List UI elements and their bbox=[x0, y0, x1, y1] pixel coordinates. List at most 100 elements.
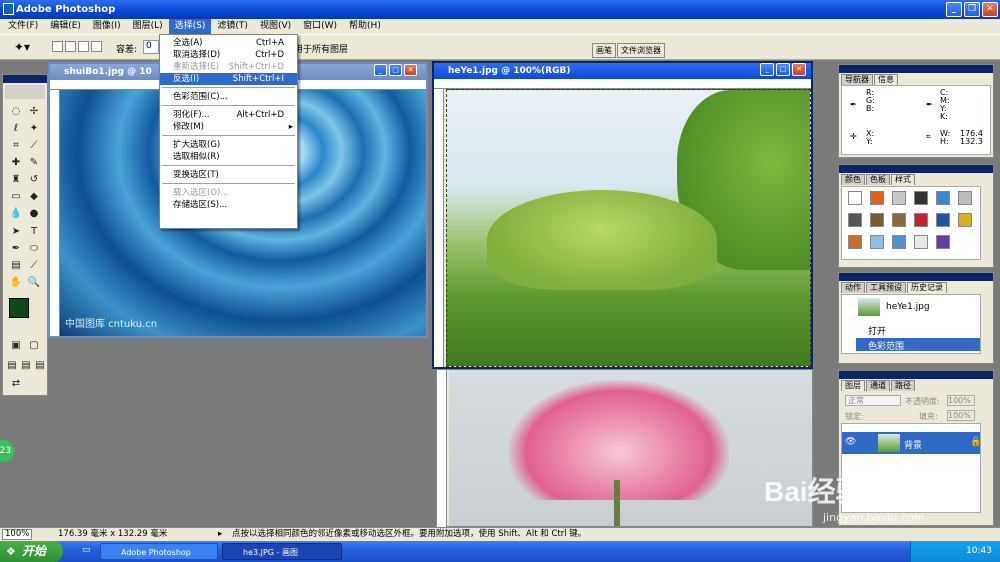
menu-grow[interactable]: 扩大选取(G) bbox=[160, 139, 297, 151]
subtract-selection-button[interactable] bbox=[78, 41, 89, 52]
menu-feather[interactable]: 羽化(F)... Alt+Ctrl+D bbox=[160, 109, 297, 121]
doc2-minimize-button[interactable]: _ bbox=[760, 63, 774, 76]
tab-styles[interactable]: 样式 bbox=[891, 174, 915, 185]
style-swatch[interactable] bbox=[914, 235, 928, 249]
fill-input[interactable]: 100% bbox=[947, 410, 975, 421]
style-swatch[interactable] bbox=[848, 213, 862, 227]
brush-tool-icon[interactable]: ✎ bbox=[27, 156, 41, 170]
restore-button[interactable]: ❐ bbox=[964, 2, 980, 17]
tab-file-browser[interactable]: 文件浏览器 bbox=[617, 43, 665, 58]
blend-mode-select[interactable]: 正常 bbox=[845, 395, 901, 406]
tab-info[interactable]: 信息 bbox=[874, 74, 898, 85]
fill-tool-icon[interactable]: ◆ bbox=[27, 190, 41, 204]
style-swatch[interactable] bbox=[958, 213, 972, 227]
task-photoshop[interactable]: Adobe Photoshop bbox=[100, 543, 218, 560]
menu-modify[interactable]: 修改(M) ▸ bbox=[160, 121, 297, 133]
eraser-tool-icon[interactable]: ▭ bbox=[9, 190, 23, 204]
notes-tool-icon[interactable]: ▤ bbox=[9, 259, 23, 273]
style-swatch[interactable] bbox=[848, 235, 862, 249]
menu-load-selection[interactable]: 载入选区(O)... bbox=[160, 187, 297, 199]
layer-name[interactable]: 背景 bbox=[904, 438, 922, 451]
desktop-icon[interactable]: ▭ bbox=[82, 545, 91, 555]
standard-mode-icon[interactable]: ▣ bbox=[9, 339, 23, 353]
style-swatch[interactable] bbox=[892, 191, 906, 205]
menu-deselect[interactable]: 取消选择(D) Ctrl+D bbox=[160, 49, 297, 61]
doc1-maximize-button[interactable]: □ bbox=[389, 64, 402, 76]
tab-history[interactable]: 历史记录 bbox=[907, 282, 947, 293]
foreground-color[interactable] bbox=[9, 298, 29, 318]
menu-help[interactable]: 帮助(H) bbox=[343, 19, 387, 34]
hand-tool-icon[interactable]: ✋ bbox=[9, 276, 23, 290]
dodge-tool-icon[interactable]: ● bbox=[27, 207, 41, 221]
move-tool-icon[interactable]: ✢ bbox=[27, 105, 41, 119]
menu-image[interactable]: 图像(I) bbox=[87, 19, 127, 34]
history-item-color-range[interactable]: 色彩范围 bbox=[868, 339, 904, 352]
pen-tool-icon[interactable]: ✒ bbox=[9, 242, 23, 256]
doc2-maximize-button[interactable]: □ bbox=[776, 63, 790, 76]
snapshot-thumbnail[interactable] bbox=[858, 298, 880, 316]
menu-layer[interactable]: 图层(L) bbox=[127, 19, 169, 34]
menu-edit[interactable]: 编辑(E) bbox=[44, 19, 87, 34]
slice-tool-icon[interactable]: ⟋ bbox=[27, 139, 41, 153]
type-tool-icon[interactable]: T bbox=[27, 225, 41, 239]
lotus-leaf-image[interactable] bbox=[446, 89, 811, 367]
minimize-button[interactable]: _ bbox=[946, 2, 962, 17]
style-swatch[interactable] bbox=[892, 235, 906, 249]
style-swatch[interactable] bbox=[892, 213, 906, 227]
tab-channels[interactable]: 通道 bbox=[866, 380, 890, 391]
tab-actions[interactable]: 动作 bbox=[841, 282, 865, 293]
tab-layers[interactable]: 图层 bbox=[841, 380, 865, 391]
style-swatch[interactable] bbox=[870, 235, 884, 249]
style-swatch[interactable] bbox=[914, 213, 928, 227]
menu-reselect[interactable]: 重新选择(E) Shift+Ctrl+D bbox=[160, 61, 297, 73]
notification-badge[interactable]: 23 bbox=[0, 440, 14, 462]
style-swatch[interactable] bbox=[936, 213, 950, 227]
eyedropper-icon[interactable]: ⟋ bbox=[27, 259, 41, 273]
tab-swatches[interactable]: 色板 bbox=[866, 174, 890, 185]
history-brush-icon[interactable]: ↺ bbox=[27, 173, 41, 187]
screen-mode3-icon[interactable]: ▤ bbox=[33, 359, 47, 373]
quickmask-mode-icon[interactable]: ▢ bbox=[27, 339, 41, 353]
tab-paths[interactable]: 路径 bbox=[891, 380, 915, 391]
history-item-open[interactable]: 打开 bbox=[868, 324, 886, 337]
menu-similar[interactable]: 选取相似(R) bbox=[160, 151, 297, 163]
lasso-tool-icon[interactable]: ℓ bbox=[9, 122, 23, 136]
style-swatch[interactable] bbox=[936, 191, 950, 205]
snapshot-name[interactable]: heYe1.jpg bbox=[886, 302, 930, 312]
visibility-eye-icon[interactable]: 👁 bbox=[845, 437, 856, 447]
menu-transform-selection[interactable]: 变换选区(T) bbox=[160, 169, 297, 181]
new-selection-button[interactable] bbox=[52, 41, 63, 52]
style-swatch[interactable] bbox=[870, 191, 884, 205]
tab-brushes[interactable]: 画笔 bbox=[592, 43, 616, 58]
doc1-close-button[interactable]: ✕ bbox=[404, 64, 417, 76]
screen-mode-icon[interactable]: ▤ bbox=[5, 359, 19, 373]
play-arrow-icon[interactable]: ▸ bbox=[218, 528, 222, 541]
healing-tool-icon[interactable]: ✚ bbox=[9, 156, 23, 170]
blur-tool-icon[interactable]: 💧 bbox=[9, 207, 23, 221]
tolerance-input[interactable]: 0 bbox=[143, 40, 159, 54]
menu-color-range[interactable]: 色彩范围(C)... bbox=[160, 91, 297, 103]
style-none[interactable] bbox=[848, 191, 862, 205]
menu-filter[interactable]: 滤镜(T) bbox=[211, 19, 254, 34]
menu-select[interactable]: 选择(S) bbox=[168, 19, 212, 34]
intersect-selection-button[interactable] bbox=[91, 41, 102, 52]
menu-window[interactable]: 窗口(W) bbox=[297, 19, 343, 34]
style-swatch[interactable] bbox=[914, 191, 928, 205]
marquee-tool-icon[interactable]: ◌ bbox=[9, 105, 23, 119]
opacity-input[interactable]: 100% bbox=[947, 395, 975, 406]
menu-save-selection[interactable]: 存储选区(S)... bbox=[160, 199, 297, 211]
clock[interactable]: 10:43 bbox=[966, 546, 992, 556]
screen-mode2-icon[interactable]: ▤ bbox=[19, 359, 33, 373]
lotus-flower-image[interactable] bbox=[449, 370, 812, 526]
crop-tool-icon[interactable]: ⌗ bbox=[9, 139, 23, 153]
doc-title-heye[interactable]: heYe1.jpg @ 100%(RGB) bbox=[434, 63, 811, 79]
task-paint[interactable]: he3.JPG - 画图 bbox=[222, 543, 342, 560]
menu-file[interactable]: 文件(F) bbox=[2, 19, 44, 34]
add-selection-button[interactable] bbox=[65, 41, 76, 52]
tab-navigator[interactable]: 导航器 bbox=[841, 74, 873, 85]
tab-tool-presets[interactable]: 工具预设 bbox=[866, 282, 906, 293]
jump-imageready-icon[interactable]: ⇄ bbox=[9, 377, 23, 391]
magic-wand-icon[interactable]: ✦▾ bbox=[14, 40, 30, 54]
menu-select-all[interactable]: 全选(A) Ctrl+A bbox=[160, 37, 297, 49]
tab-color[interactable]: 颜色 bbox=[841, 174, 865, 185]
